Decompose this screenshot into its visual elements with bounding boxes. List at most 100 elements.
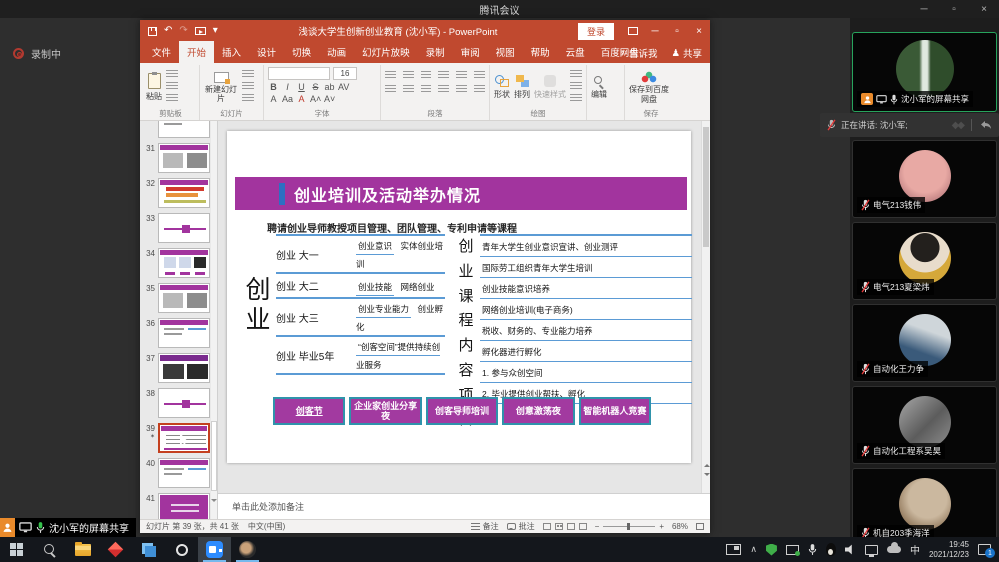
network-icon[interactable]: [865, 545, 878, 555]
login-button[interactable]: 登录: [578, 23, 614, 40]
ribbon-display-options-icon[interactable]: [622, 26, 644, 37]
zoom-level[interactable]: 68%: [672, 522, 688, 531]
save-icon[interactable]: [148, 27, 157, 36]
slide-thumbnail-row[interactable]: 35✶: [142, 283, 217, 313]
new-slide-button[interactable]: 新建幻灯片: [204, 67, 238, 108]
tray-mic-icon[interactable]: [808, 543, 817, 556]
columns-icon[interactable]: [474, 71, 485, 80]
format-painter-icon[interactable]: [166, 94, 178, 103]
start-button[interactable]: [0, 537, 33, 562]
align-center-icon[interactable]: [403, 85, 414, 94]
ribbon-tab[interactable]: 设计: [249, 41, 284, 63]
editing-button[interactable]: 编辑: [591, 67, 607, 108]
taskbar-search-button[interactable]: [33, 537, 66, 562]
shape-effects-icon[interactable]: [570, 94, 582, 103]
slide-thumbnail-row[interactable]: 32✶: [142, 178, 217, 208]
cut-icon[interactable]: [166, 70, 178, 79]
indent-decrease-icon[interactable]: [421, 71, 432, 80]
ribbon-tab[interactable]: 动画: [319, 41, 354, 63]
font-size-input[interactable]: 16: [333, 67, 357, 80]
customize-qat-icon[interactable]: ▾: [213, 26, 218, 36]
font-name-input[interactable]: [268, 67, 330, 80]
file-explorer-button[interactable]: [66, 537, 99, 562]
zoom-control[interactable]: − +: [595, 522, 664, 531]
ime-indicator[interactable]: 中: [910, 542, 920, 557]
slide-thumbnail-row[interactable]: 41✶: [142, 493, 217, 519]
ribbon-tab[interactable]: 开始: [179, 41, 214, 63]
text-shadow-button[interactable]: ab: [324, 82, 335, 92]
app-dark-circle-button[interactable]: [231, 537, 264, 562]
fit-to-window-icon[interactable]: [696, 523, 704, 530]
os-close-button[interactable]: ×: [969, 0, 999, 18]
participant-tile[interactable]: 自动化工程系吴昊: [852, 386, 997, 464]
view-switcher[interactable]: [543, 523, 587, 530]
ribbon-tab[interactable]: 录制: [418, 41, 453, 63]
app-ring-button[interactable]: [165, 537, 198, 562]
os-minimize-button[interactable]: ─: [909, 0, 939, 18]
slide-thumbnail-row[interactable]: 38✶: [142, 388, 217, 418]
slide-thumbnail[interactable]: [158, 423, 210, 453]
line-spacing-icon[interactable]: [456, 71, 467, 80]
ribbon-tab[interactable]: 文件: [144, 41, 179, 63]
tell-me-tab[interactable]: ♀告诉我: [619, 46, 658, 60]
slide-thumbnail[interactable]: [158, 388, 210, 418]
slide-thumbnail[interactable]: [158, 121, 210, 138]
shrink-font-button[interactable]: A˅: [324, 94, 335, 104]
scrollbar-thumb[interactable]: [703, 127, 709, 247]
tencent-meeting-button[interactable]: [198, 537, 231, 562]
participant-tile[interactable]: 机自203季海洋: [852, 468, 997, 537]
start-slideshow-icon[interactable]: [195, 27, 206, 35]
slide-thumbnail-row[interactable]: 36✶: [142, 318, 217, 348]
paste-button[interactable]: 粘贴: [146, 67, 162, 108]
text-direction-icon[interactable]: [456, 85, 467, 94]
virtual-desktop-icon[interactable]: [726, 544, 741, 555]
ribbon-tab[interactable]: 插入: [214, 41, 249, 63]
previous-slide-icon[interactable]: [704, 461, 710, 467]
layout-icon[interactable]: [242, 70, 254, 79]
slide-thumbnail[interactable]: [158, 248, 210, 278]
numbering-icon[interactable]: [403, 71, 414, 80]
comments-toggle[interactable]: 批注: [507, 521, 535, 532]
notes-toggle[interactable]: 备注: [471, 521, 499, 532]
indent-increase-icon[interactable]: [438, 71, 449, 80]
app-red-diamond-button[interactable]: [99, 537, 132, 562]
bullets-icon[interactable]: [385, 71, 396, 80]
ppt-close-button[interactable]: ×: [688, 26, 710, 37]
participant-tile[interactable]: 电气213夏梁炜: [852, 222, 997, 300]
slide-thumbnail-row[interactable]: 34✶: [142, 248, 217, 278]
slide-thumbnail-row[interactable]: ✶: [142, 121, 217, 138]
section-icon[interactable]: [242, 94, 254, 103]
slide-thumbnail[interactable]: [158, 143, 210, 173]
zoom-slider[interactable]: [603, 526, 655, 527]
slide-thumbnail-row[interactable]: 31✶: [142, 143, 217, 173]
copy-icon[interactable]: [166, 82, 178, 91]
taskbar-clock[interactable]: 19:45 2021/12/23: [929, 540, 969, 560]
screen-record-tray-icon[interactable]: [786, 545, 799, 555]
italic-button[interactable]: I: [282, 82, 293, 92]
slide-thumbnail[interactable]: [158, 283, 210, 313]
participant-tile[interactable]: 自动化王力争: [852, 304, 997, 382]
slide-thumbnail[interactable]: [158, 353, 210, 383]
reaction-icons[interactable]: ◆◆: [952, 120, 963, 131]
align-left-icon[interactable]: [385, 85, 396, 94]
reset-icon[interactable]: [242, 82, 254, 91]
zoom-out-icon[interactable]: −: [595, 522, 600, 531]
qq-penguin-icon[interactable]: [826, 543, 836, 556]
ppt-minimize-button[interactable]: ─: [644, 26, 666, 37]
language-indicator[interactable]: 中文(中国): [248, 521, 285, 532]
text-highlight-button[interactable]: A: [268, 94, 279, 104]
bold-button[interactable]: B: [268, 82, 279, 92]
ppt-restore-button[interactable]: ▫: [666, 26, 688, 37]
ribbon-tab[interactable]: 切换: [284, 41, 319, 63]
change-case-button[interactable]: Aa: [282, 94, 293, 104]
slide-thumbnail-row[interactable]: 39✶: [142, 423, 217, 453]
char-spacing-button[interactable]: AV: [338, 82, 349, 92]
slide-scrollbar[interactable]: [701, 121, 710, 493]
save-to-baidu-button[interactable]: 保存到百度网盘: [629, 67, 669, 108]
participant-tile[interactable]: 电气213钱伟: [852, 140, 997, 218]
shape-outline-icon[interactable]: [570, 82, 582, 91]
slide-thumbnail[interactable]: [158, 493, 210, 519]
thumbnail-scrollbar[interactable]: [211, 121, 217, 519]
collapse-arrow-icon[interactable]: [980, 120, 992, 130]
slide-thumbnail[interactable]: [158, 458, 210, 488]
